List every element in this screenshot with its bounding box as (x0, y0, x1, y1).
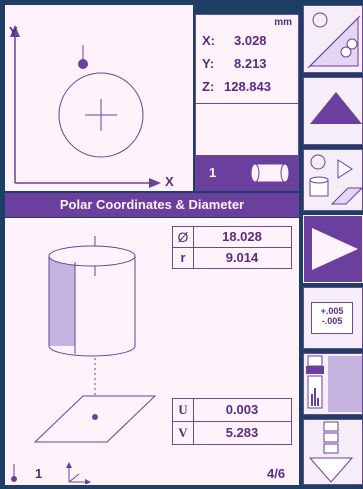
z-coordinate-value: 128.843 (224, 79, 271, 94)
u-row: U 0.003 (172, 398, 292, 422)
measurement-view: Ø 18.028 r 9.014 U 0.003 V 5.283 (5, 218, 299, 462)
scroll-up-button[interactable] (303, 77, 363, 145)
u-label: U (173, 399, 194, 421)
x-axis-label: X (165, 174, 174, 189)
v-row: V 5.283 (172, 421, 292, 445)
diameter-row: Ø 18.028 (172, 226, 292, 248)
tolerance-plus: +.005 (320, 306, 344, 316)
mode-title: Polar Coordinates & Diameter (5, 193, 299, 217)
v-value: 5.283 (225, 425, 259, 440)
scroll-down-button[interactable] (303, 419, 363, 485)
readout-divider (196, 103, 298, 104)
feature-count: 1 (209, 165, 217, 180)
footer-count: 1 (35, 466, 43, 481)
geometry-select-button[interactable] (303, 5, 363, 73)
axes-icon (66, 462, 91, 484)
print-report-button[interactable] (303, 353, 363, 415)
tolerance-button[interactable]: +.005 -.005 (303, 287, 363, 349)
unit-label: mm (274, 17, 292, 28)
x-coordinate-value: 3.028 (234, 33, 267, 48)
radius-label: r (173, 248, 194, 268)
diameter-symbol: Ø (173, 227, 194, 247)
footer-bar: 1 4/6 (5, 462, 299, 485)
radius-row: r 9.014 (172, 247, 292, 269)
tolerance-box: +.005 -.005 (311, 302, 353, 334)
radius-value: 9.014 (225, 250, 259, 265)
coordinate-readout: mm X: 3.028 Y: 8.213 Z: 128.843 (195, 14, 299, 156)
shapes-select-icon (307, 12, 361, 69)
y-axis-label: Y (9, 24, 18, 39)
play-arrow-icon (312, 228, 358, 270)
y-coordinate-value: 8.213 (234, 56, 267, 71)
page-indicator: 4/6 (267, 466, 286, 481)
position-view: Y X (5, 5, 193, 191)
feature-types-icon (309, 154, 363, 205)
cylinder-feature-icon (251, 163, 290, 183)
diameter-value: 18.028 (222, 229, 262, 244)
feature-type-button[interactable] (303, 149, 363, 211)
v-label: V (173, 422, 194, 444)
up-arrow-icon (310, 92, 362, 124)
x-coordinate-label: X: (202, 33, 215, 48)
down-list-arrow-icon (308, 421, 354, 483)
z-coordinate-label: Z: (202, 79, 215, 94)
u-value: 0.003 (225, 402, 259, 417)
coordinate-plot (10, 25, 161, 188)
feature-strip: 1 (195, 156, 299, 191)
tolerance-minus: -.005 (321, 316, 343, 326)
point-marker-icon (11, 464, 17, 482)
y-coordinate-label: Y: (202, 56, 215, 71)
next-button[interactable] (303, 215, 363, 283)
printer-chart-icon (306, 355, 362, 412)
